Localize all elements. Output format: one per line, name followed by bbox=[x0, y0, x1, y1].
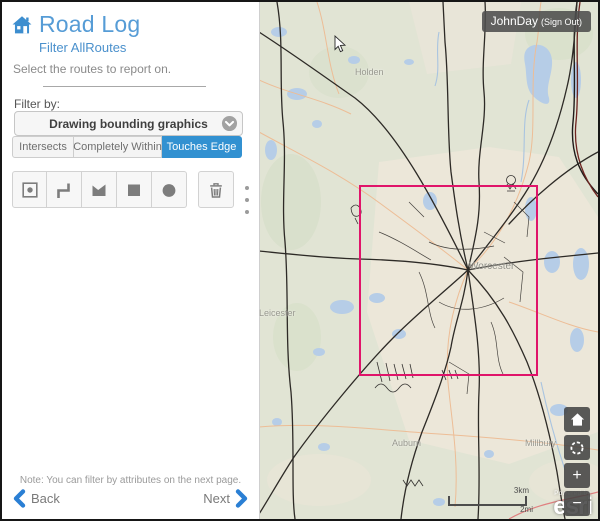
filter-by-label: Filter by: bbox=[14, 97, 60, 111]
mode-button-touches-edge[interactable]: Touches Edge bbox=[162, 136, 242, 158]
point-tool-icon bbox=[21, 181, 39, 199]
next-label: Next bbox=[203, 491, 230, 506]
chevron-right-icon bbox=[235, 489, 249, 508]
map-label-worcester: Worcester bbox=[469, 261, 514, 272]
clear-graphics-button[interactable] bbox=[198, 171, 234, 208]
locate-button[interactable] bbox=[564, 435, 590, 460]
back-label: Back bbox=[31, 491, 60, 506]
scale-km-label: 3km bbox=[514, 486, 529, 495]
rectangle-tool-icon bbox=[125, 181, 143, 199]
circle-tool-button[interactable] bbox=[152, 171, 187, 208]
username: JohnDay bbox=[491, 14, 538, 28]
map-label-auburn: Auburn bbox=[392, 438, 421, 448]
home-icon bbox=[570, 412, 585, 427]
user-sign-out-button[interactable]: JohnDay(Sign Out) bbox=[482, 11, 591, 32]
scale-mi-label: 2mi bbox=[520, 505, 533, 514]
map-label-holden: Holden bbox=[355, 67, 384, 77]
spatial-filter-mode-group: Intersects Completely Within Touches Edg… bbox=[12, 136, 242, 158]
left-panel: Road Log Filter AllRoutes Select the rou… bbox=[2, 2, 260, 519]
back-button[interactable]: Back bbox=[12, 489, 60, 508]
panel-drag-handle[interactable] bbox=[245, 186, 249, 214]
drag-dot bbox=[245, 210, 249, 214]
road-log-app-window: Road Log Filter AllRoutes Select the rou… bbox=[0, 0, 600, 521]
filter-allroutes-link[interactable]: Filter AllRoutes bbox=[39, 40, 126, 55]
chevron-down-icon[interactable] bbox=[221, 115, 238, 132]
map-canvas[interactable]: Holden Worcester Leicester Auburn Millbu… bbox=[259, 2, 598, 519]
draw-tools-toolbar bbox=[12, 171, 234, 208]
mode-button-completely-within[interactable]: Completely Within bbox=[74, 136, 162, 158]
polygon-tool-icon bbox=[90, 181, 108, 199]
scale-bar: 3km 2mi bbox=[448, 496, 527, 506]
polyline-tool-button[interactable] bbox=[47, 171, 82, 208]
divider bbox=[43, 86, 206, 87]
zoom-in-button[interactable]: + bbox=[564, 463, 590, 488]
drag-dot bbox=[245, 198, 249, 202]
sign-out-label: (Sign Out) bbox=[541, 17, 582, 27]
note-text: Note: You can filter by attributes on th… bbox=[2, 475, 259, 486]
chevron-left-icon bbox=[12, 489, 26, 508]
map-label-leicester: Leicester bbox=[259, 308, 296, 318]
mode-button-intersects[interactable]: Intersects bbox=[12, 136, 74, 158]
map-controls: + − bbox=[564, 407, 590, 516]
app-header: Road Log bbox=[11, 11, 140, 38]
page-title: Road Log bbox=[39, 11, 140, 38]
minus-icon: − bbox=[572, 495, 581, 513]
circle-tool-icon bbox=[160, 181, 178, 199]
polyline-tool-icon bbox=[55, 181, 73, 199]
app-home-icon[interactable] bbox=[11, 14, 33, 36]
trash-icon bbox=[207, 181, 225, 199]
wizard-nav: Back Next bbox=[12, 489, 249, 513]
point-tool-button[interactable] bbox=[12, 171, 47, 208]
map-label-millbury: Millbury bbox=[525, 438, 556, 448]
polygon-tool-button[interactable] bbox=[82, 171, 117, 208]
locate-icon bbox=[569, 440, 585, 456]
zoom-out-button[interactable]: − bbox=[564, 491, 590, 516]
next-button[interactable]: Next bbox=[203, 489, 249, 508]
home-extent-button[interactable] bbox=[564, 407, 590, 432]
filter-type-dropdown[interactable]: Drawing bounding graphics bbox=[14, 111, 243, 136]
plus-icon: + bbox=[572, 467, 581, 485]
dropdown-selected-value: Drawing bounding graphics bbox=[49, 117, 208, 131]
instruction-text: Select the routes to report on. bbox=[13, 62, 171, 76]
drag-dot bbox=[245, 186, 249, 190]
rectangle-tool-button[interactable] bbox=[117, 171, 152, 208]
